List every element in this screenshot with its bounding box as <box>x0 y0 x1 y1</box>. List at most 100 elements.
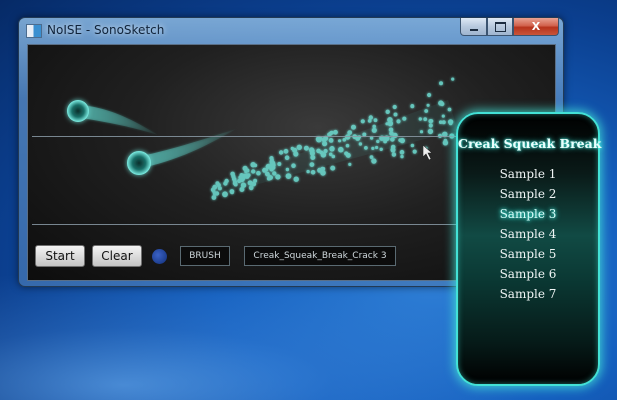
spray-dot <box>392 104 397 110</box>
title-bar[interactable]: NoISE - SonoSketch X <box>19 18 563 42</box>
spray-dot <box>448 121 453 126</box>
spray-dot <box>372 124 377 129</box>
spray-dot <box>275 174 281 180</box>
spray-dot <box>427 128 434 135</box>
start-button[interactable]: Start <box>35 245 85 267</box>
spray-dot <box>396 119 401 124</box>
maximize-button[interactable] <box>487 18 513 36</box>
spray-dot <box>331 154 336 159</box>
sample-item[interactable]: Sample 5 <box>458 244 598 264</box>
spray-dot <box>348 162 352 166</box>
spray-dot <box>242 165 248 171</box>
spray-dot <box>265 164 270 169</box>
spray-dot <box>371 146 375 150</box>
spray-dot <box>451 77 455 81</box>
spray-dot <box>246 173 251 178</box>
spray-dot <box>323 148 328 154</box>
spray-dot <box>423 117 428 122</box>
spray-dot <box>441 114 445 118</box>
clear-button[interactable]: Clear <box>92 245 142 267</box>
close-button[interactable]: X <box>513 18 559 36</box>
spray-dot <box>438 100 444 106</box>
spray-dot <box>240 182 247 188</box>
brush-color-swatch[interactable] <box>152 249 167 264</box>
close-icon: X <box>531 20 541 33</box>
spray-dot <box>391 152 397 157</box>
spray-dot <box>277 162 282 166</box>
spray-dot <box>322 141 328 147</box>
spray-dot <box>393 112 398 117</box>
spray-dot <box>347 130 353 135</box>
sample-item[interactable]: Sample 6 <box>458 264 598 284</box>
spray-dot <box>428 123 433 128</box>
spray-dot <box>309 162 315 167</box>
spray-dot <box>233 182 238 187</box>
spray-dot <box>399 137 405 144</box>
spray-dot <box>316 148 321 154</box>
spray-dot <box>338 146 344 153</box>
spray-dot <box>376 139 380 144</box>
spray-dot <box>351 124 356 130</box>
spray-dot <box>439 81 443 86</box>
spray-dot <box>338 139 342 143</box>
sample-item[interactable]: Sample 2 <box>458 184 598 204</box>
spray-dot <box>309 150 315 156</box>
spray-dot <box>303 145 309 151</box>
spray-dot <box>284 155 290 160</box>
spray-dot <box>333 129 338 135</box>
spray-dot <box>371 127 377 133</box>
sample-item[interactable]: Sample 4 <box>458 224 598 244</box>
spray-dot <box>424 109 429 113</box>
spray-dot <box>385 122 389 126</box>
spray-dot <box>211 195 217 200</box>
spray-dot <box>412 149 417 154</box>
spray-dot <box>364 146 368 150</box>
spray-dot <box>443 138 448 143</box>
sample-item[interactable]: Sample 7 <box>458 284 598 304</box>
spray-dot <box>418 117 422 121</box>
spray-dot <box>256 170 261 176</box>
spray-dot <box>296 144 302 150</box>
spray-dot <box>269 159 273 164</box>
spray-dot <box>375 145 379 150</box>
sample-item[interactable]: Sample 1 <box>458 164 598 184</box>
spray-dot <box>230 190 235 195</box>
app-icon <box>26 24 42 38</box>
spray-dot <box>215 181 220 186</box>
spray-dot <box>272 171 277 176</box>
spray-dot <box>367 119 372 123</box>
spray-dot <box>328 138 334 143</box>
spray-dot <box>251 169 256 174</box>
spray-dot <box>317 167 323 173</box>
spray-dot <box>429 119 434 123</box>
spray-dot <box>241 173 247 179</box>
sample-item-selected[interactable]: Sample 3 <box>458 204 598 224</box>
spray-dot <box>253 178 258 183</box>
brush-field[interactable]: BRUSH <box>180 246 230 266</box>
popup-title: Creak Squeak Break <box>458 136 602 151</box>
spray-dot <box>330 146 335 152</box>
cursor-icon <box>422 144 433 161</box>
spray-dot <box>293 176 299 182</box>
spray-dot <box>224 178 229 184</box>
spray-dot <box>447 107 452 112</box>
spray-dot <box>345 152 351 158</box>
spray-dot <box>368 115 373 120</box>
spray-dot <box>385 109 390 115</box>
sample-name-field[interactable]: Creak_Squeak_Break_Crack 3 <box>244 246 396 266</box>
spray-dot <box>390 147 396 153</box>
spray-dot <box>360 119 365 124</box>
spray-dot <box>426 103 430 107</box>
spray-dot <box>345 143 350 148</box>
spray-dot <box>402 116 407 121</box>
spray-dot <box>390 137 395 142</box>
minimize-button[interactable] <box>460 18 487 36</box>
spray-dot <box>285 173 292 180</box>
sample-list: Sample 1 Sample 2 Sample 3 Sample 4 Samp… <box>458 164 598 304</box>
spray-dot <box>400 154 404 159</box>
spray-dot <box>278 150 284 155</box>
comet-head-lower <box>127 151 151 175</box>
spray-dot <box>438 120 443 124</box>
spray-dot <box>253 163 258 168</box>
spray-dot <box>217 186 222 191</box>
